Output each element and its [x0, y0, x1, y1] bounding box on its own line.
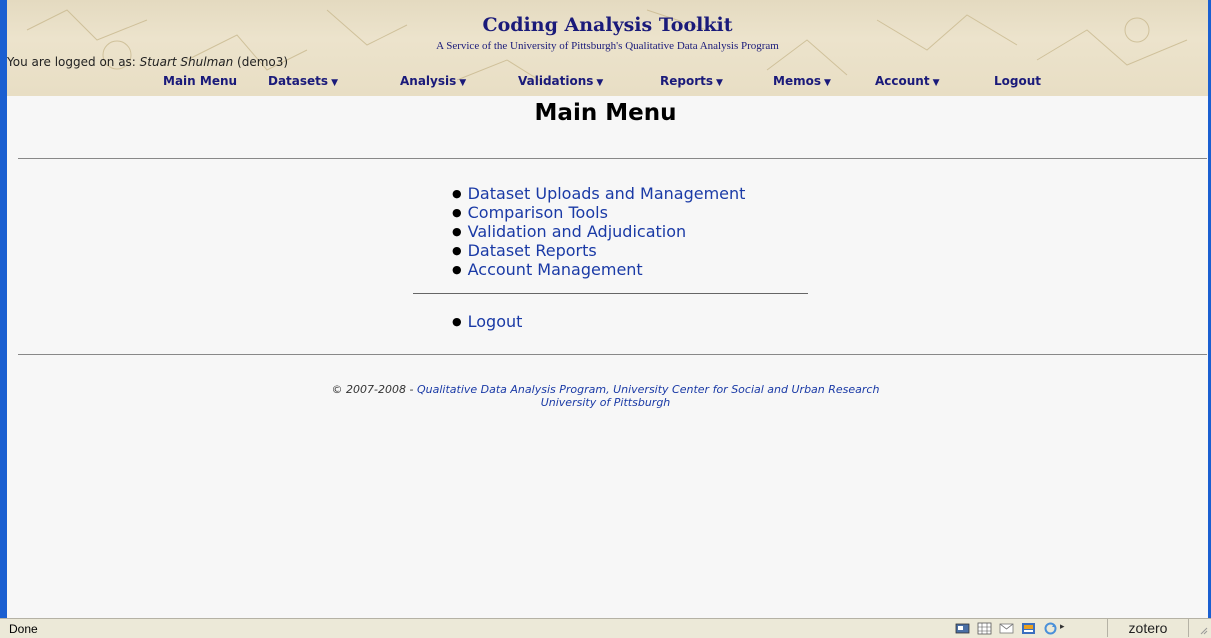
nav-memos[interactable]: Memos ▼ — [773, 74, 831, 88]
browser-statusbar: Done ▸ zotero — [0, 618, 1211, 638]
grid-icon[interactable] — [977, 622, 992, 635]
nav-account[interactable]: Account ▼ — [875, 74, 940, 88]
main-menu-list: ● Dataset Uploads and Management ● Compari… — [452, 184, 745, 279]
list-item: ● Dataset Reports — [452, 241, 745, 260]
divider-menu — [413, 293, 808, 294]
page-title: Main Menu — [534, 100, 677, 126]
sync-icon[interactable] — [1043, 622, 1058, 635]
screen-icon[interactable] — [955, 622, 970, 635]
bullet-icon: ● — [452, 206, 462, 219]
link-validation-adjudication[interactable]: Validation and Adjudication — [468, 222, 687, 241]
bullet-icon: ● — [452, 315, 462, 328]
list-item: ● Comparison Tools — [452, 203, 745, 222]
list-item: ● Dataset Uploads and Management — [452, 184, 745, 203]
chevron-down-icon: ▼ — [596, 78, 604, 88]
logged-user-name: Stuart Shulman — [139, 55, 234, 69]
chevron-down-icon: ▼ — [932, 78, 940, 88]
link-comparison-tools[interactable]: Comparison Tools — [468, 203, 608, 222]
footer-org-link[interactable]: Qualitative Data Analysis Program, Unive… — [417, 383, 879, 396]
site-header: Coding Analysis Toolkit A Service of the… — [7, 0, 1208, 96]
login-status: You are logged on as: Stuart Shulman (de… — [7, 55, 288, 69]
nav-logout[interactable]: Logout — [994, 74, 1041, 88]
bullet-icon: ● — [452, 263, 462, 276]
nav-label: Main Menu — [163, 74, 238, 88]
nav-validations[interactable]: Validations ▼ — [518, 74, 603, 88]
list-item: ● Account Management — [452, 260, 745, 279]
app-title: Coding Analysis Toolkit — [482, 14, 733, 36]
nav-label: Datasets — [268, 74, 329, 88]
link-account-management[interactable]: Account Management — [468, 260, 643, 279]
link-dataset-reports[interactable]: Dataset Reports — [468, 241, 597, 260]
list-item: ● Validation and Adjudication — [452, 222, 745, 241]
bullet-icon: ● — [452, 244, 462, 257]
nav-main-menu[interactable]: Main Menu — [163, 74, 237, 88]
nav-label: Analysis — [400, 74, 457, 88]
nav-label: Memos — [773, 74, 821, 88]
window-frame-left — [0, 0, 7, 637]
divider-bottom — [18, 354, 1207, 355]
arrow-right-icon: ▸ — [1060, 621, 1065, 631]
mail-icon[interactable] — [999, 622, 1014, 635]
zotero-button[interactable]: zotero — [1107, 619, 1189, 637]
nav-label: Logout — [994, 74, 1042, 88]
nav-label: Reports — [660, 74, 714, 88]
footer-copyright: © 2007-2008 - — [331, 383, 417, 396]
nav-analysis[interactable]: Analysis ▼ — [400, 74, 466, 88]
nav-datasets[interactable]: Datasets ▼ — [268, 74, 338, 88]
resize-grip-icon[interactable] — [1198, 625, 1208, 635]
nav-label: Account — [875, 74, 930, 88]
chevron-down-icon: ▼ — [459, 78, 467, 88]
nav-label: Validations — [518, 74, 594, 88]
status-text: Done — [9, 622, 38, 636]
bullet-icon: ● — [452, 225, 462, 238]
link-dataset-uploads[interactable]: Dataset Uploads and Management — [468, 184, 746, 203]
chevron-down-icon: ▼ — [823, 78, 831, 88]
rss-icon[interactable] — [1021, 622, 1036, 635]
page-footer: © 2007-2008 - Qualitative Data Analysis … — [0, 383, 1211, 409]
divider-top — [18, 158, 1207, 159]
chevron-down-icon: ▼ — [331, 78, 338, 88]
bullet-icon: ● — [452, 187, 462, 200]
footer-university-link[interactable]: University of Pittsburgh — [541, 396, 671, 409]
login-status-prefix: You are logged on as: — [7, 55, 140, 69]
list-item: ● Logout — [452, 312, 522, 331]
logged-user-id: (demo3) — [233, 55, 289, 69]
app-subtitle: A Service of the University of Pittsburg… — [436, 40, 779, 52]
nav-reports[interactable]: Reports ▼ — [660, 74, 723, 88]
chevron-down-icon: ▼ — [716, 78, 723, 88]
link-logout[interactable]: Logout — [468, 312, 523, 331]
